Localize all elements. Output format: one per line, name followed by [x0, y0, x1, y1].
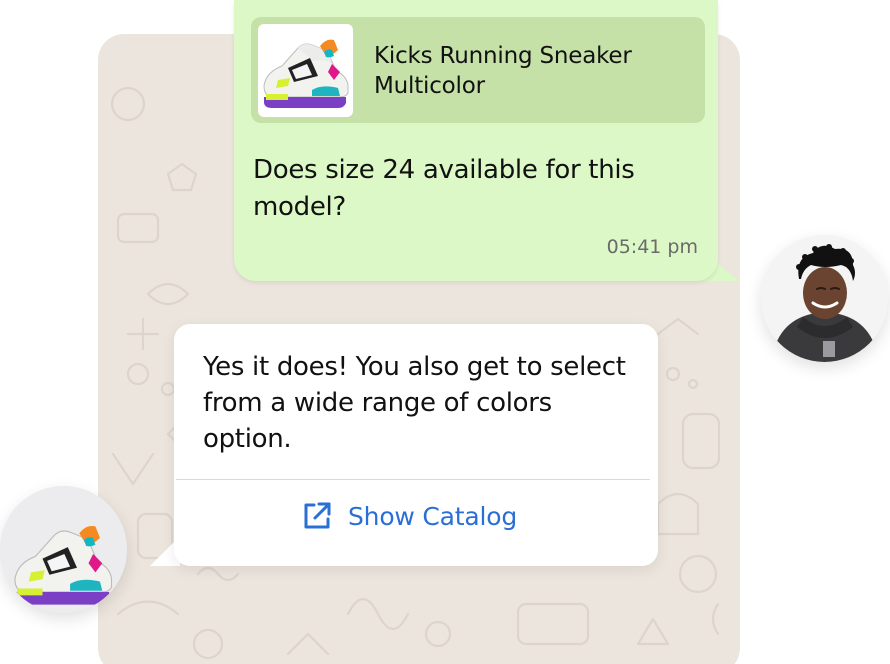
message-timestamp: 05:41 pm: [606, 236, 698, 258]
show-catalog-label: Show Catalog: [348, 501, 518, 531]
show-catalog-button[interactable]: Show Catalog: [300, 496, 517, 536]
sneaker-image: [263, 39, 349, 108]
product-avatar: [0, 486, 127, 613]
bubble-divider: [176, 479, 650, 480]
person-image: [761, 235, 888, 362]
incoming-message-text: Yes it does! You also get to select from…: [203, 352, 626, 454]
outgoing-message-text: Does size 24 available for this model?: [253, 155, 635, 222]
product-title: Kicks Running Sneaker Multicolor: [374, 43, 632, 99]
sneaker-thumbnail: [258, 24, 353, 117]
sneaker-icon: [0, 486, 127, 613]
external-link-icon: [304, 502, 331, 529]
customer-avatar: [761, 235, 888, 362]
